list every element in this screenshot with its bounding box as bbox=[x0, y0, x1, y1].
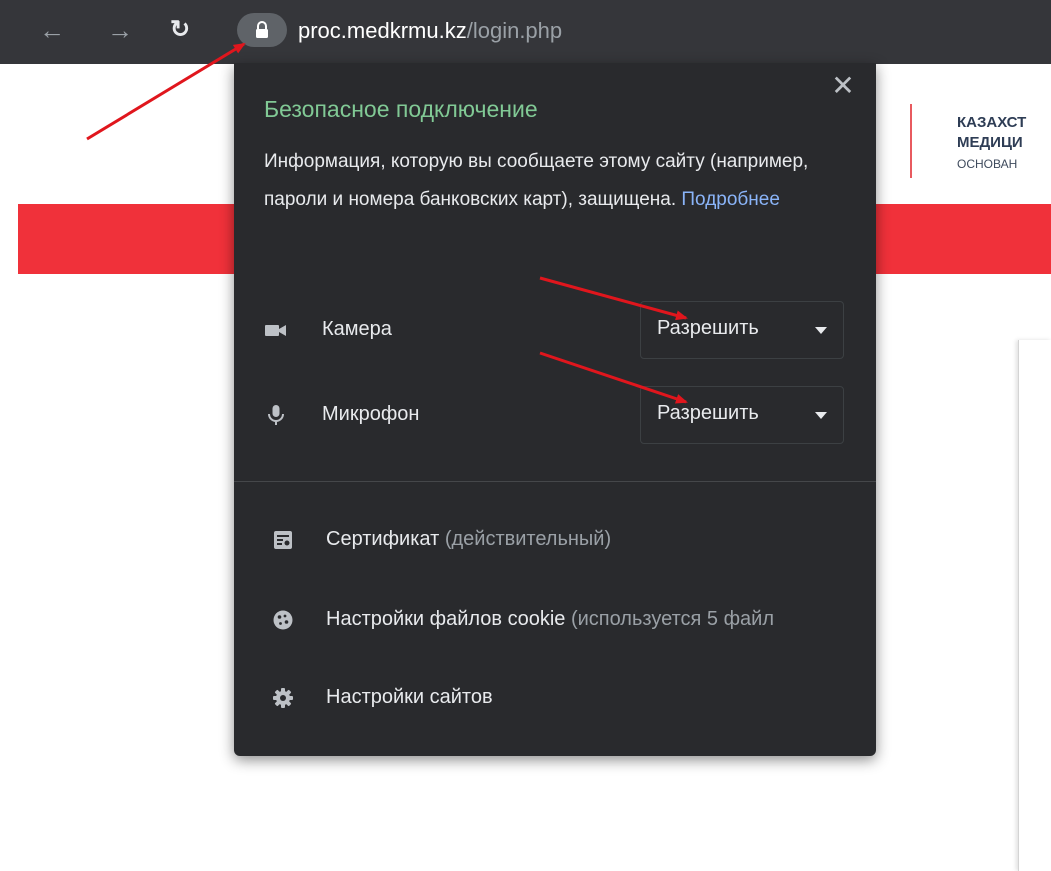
certificate-icon bbox=[274, 531, 292, 549]
reload-icon[interactable]: ↻ bbox=[164, 14, 196, 46]
menu-item-text: Настройки сайтов bbox=[326, 686, 874, 709]
org-name-line3: ОСНОВАН bbox=[957, 157, 1018, 171]
cookie-settings-menu-item[interactable]: Настройки файлов cookie (используется 5 … bbox=[264, 599, 864, 643]
address-bar[interactable]: proc.medkrmu.kz/login.php bbox=[298, 14, 562, 48]
site-info-button[interactable] bbox=[237, 13, 287, 47]
chevron-down-icon bbox=[815, 327, 827, 334]
back-icon[interactable]: ← bbox=[36, 14, 68, 46]
menu-item-label: Настройки сайтов bbox=[326, 686, 493, 708]
permission-label: Микрофон bbox=[322, 403, 420, 425]
chevron-down-icon bbox=[815, 412, 827, 419]
menu-item-note: (используется 5 файл bbox=[570, 608, 774, 630]
divider bbox=[234, 481, 876, 482]
permission-camera-row: Камера Разрешить bbox=[264, 301, 844, 359]
org-name-line1: КАЗАХСТ bbox=[957, 114, 1027, 131]
connection-title: Безопасное подключение bbox=[264, 96, 538, 122]
menu-item-label: Настройки файлов cookie bbox=[326, 608, 566, 630]
menu-item-label: Сертификат bbox=[326, 528, 440, 550]
site-info-popup: ✕ Безопасное подключение Информация, кот… bbox=[234, 63, 876, 756]
url-path: /login.php bbox=[466, 18, 563, 43]
site-settings-menu-item[interactable]: Настройки сайтов bbox=[264, 677, 864, 721]
org-name-line2: МЕДИЦИ bbox=[957, 134, 1023, 151]
permission-label: Камера bbox=[322, 318, 392, 340]
connection-description: Информация, которую вы сообщаете этому с… bbox=[264, 143, 844, 219]
url-host: proc.medkrmu.kz bbox=[298, 18, 467, 43]
more-link[interactable]: Подробнее bbox=[681, 189, 780, 210]
browser-toolbar: ← → ↻ proc.medkrmu.kz/login.php bbox=[0, 0, 1051, 64]
camera-icon bbox=[265, 325, 286, 336]
gear-icon bbox=[273, 688, 293, 708]
camera-permission-select[interactable]: Разрешить bbox=[640, 301, 844, 359]
menu-item-text: Сертификат (действительный) bbox=[326, 528, 874, 551]
forward-icon[interactable]: → bbox=[104, 14, 136, 46]
close-icon[interactable]: ✕ bbox=[828, 71, 858, 101]
menu-item-text: Настройки файлов cookie (используется 5 … bbox=[326, 608, 874, 631]
login-card bbox=[1018, 340, 1051, 871]
certificate-menu-item[interactable]: Сертификат (действительный) bbox=[264, 519, 864, 563]
microphone-icon bbox=[268, 405, 284, 425]
permission-microphone-row: Микрофон Разрешить bbox=[264, 386, 844, 444]
lock-icon bbox=[256, 21, 268, 38]
select-value: Разрешить bbox=[657, 402, 759, 424]
microphone-permission-select[interactable]: Разрешить bbox=[640, 386, 844, 444]
cookie-icon bbox=[273, 610, 293, 630]
menu-item-note: (действительный) bbox=[444, 528, 612, 550]
logo-divider bbox=[910, 104, 912, 178]
select-value: Разрешить bbox=[657, 317, 759, 339]
